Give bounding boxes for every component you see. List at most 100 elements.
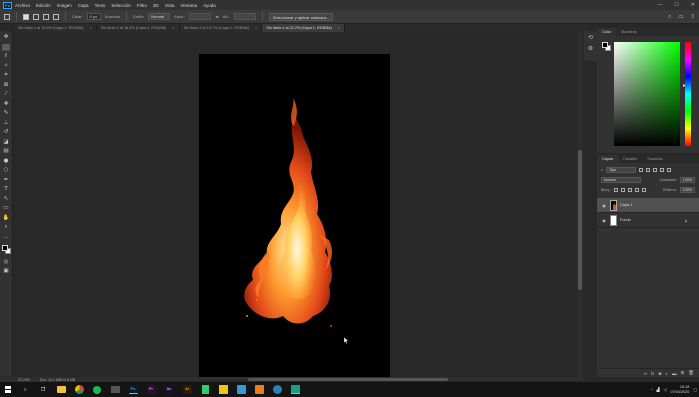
- circle-app-icon[interactable]: [268, 382, 286, 397]
- style-select[interactable]: Normal: [148, 13, 171, 20]
- windows-start-button[interactable]: [0, 382, 16, 397]
- minimize-button[interactable]: —: [657, 2, 662, 8]
- taskbar-app-after-effects[interactable]: Ae: [160, 382, 178, 397]
- opacity-input[interactable]: 100%: [679, 177, 695, 183]
- subtract-selection-icon[interactable]: [43, 13, 49, 20]
- layer-row-fondo[interactable]: ◉ Fondo 🔒︎: [597, 213, 699, 228]
- more-tools-icon[interactable]: …: [2, 234, 10, 241]
- quick-mask-icon[interactable]: ◎: [2, 259, 10, 266]
- blue-app-icon[interactable]: [232, 382, 250, 397]
- menu-archivo[interactable]: Archivo: [15, 3, 30, 8]
- spotify-icon[interactable]: [88, 382, 106, 397]
- menu-ayuda[interactable]: Ayuda: [203, 3, 216, 8]
- gradient-tool-icon[interactable]: ▤: [2, 148, 10, 155]
- filter-shape-icon[interactable]: [660, 168, 665, 172]
- trash-icon[interactable]: 🗑︎: [688, 370, 694, 376]
- lock-pixels-icon[interactable]: [620, 188, 625, 192]
- menu-3d[interactable]: 3D: [153, 3, 159, 8]
- add-selection-icon[interactable]: [33, 13, 39, 20]
- dodge-tool-icon[interactable]: ○: [2, 167, 10, 174]
- height-input[interactable]: [233, 13, 256, 20]
- history-icon[interactable]: ⟲: [588, 34, 593, 41]
- tab-document-2[interactable]: Sin título-2 al 16,9% (Capa 2, RGB/8#) ×: [96, 24, 180, 32]
- screen-mode-icon[interactable]: ▣: [2, 268, 10, 275]
- menu-imagen[interactable]: Imagen: [57, 3, 72, 8]
- task-view-icon[interactable]: ❐: [34, 382, 52, 397]
- lock-position-icon[interactable]: [627, 188, 632, 192]
- fill-input[interactable]: 100%: [679, 187, 695, 193]
- add-mask-icon[interactable]: ◙: [659, 371, 662, 376]
- tab-swatches[interactable]: Muestras: [616, 28, 642, 36]
- healing-brush-tool-icon[interactable]: ✚: [2, 101, 10, 108]
- tab-channels[interactable]: Canales: [618, 155, 642, 163]
- path-selection-tool-icon[interactable]: ↖: [2, 196, 10, 203]
- lock-all-icon[interactable]: [641, 188, 646, 192]
- close-icon[interactable]: ×: [172, 24, 174, 32]
- search-icon[interactable]: ⌕: [668, 14, 671, 21]
- horizontal-scrollbar[interactable]: [120, 377, 583, 381]
- antialias-checkbox[interactable]: Suavizar: [105, 14, 121, 19]
- hue-slider[interactable]: [685, 42, 691, 146]
- volume-icon[interactable]: ◁: [663, 387, 666, 392]
- search-icon[interactable]: ○: [16, 382, 34, 397]
- orange-app-icon[interactable]: [250, 382, 268, 397]
- link-layers-icon[interactable]: ∞: [644, 371, 647, 376]
- marquee-tool-icon[interactable]: [4, 13, 10, 20]
- yellow-app-icon[interactable]: [214, 382, 232, 397]
- document-canvas[interactable]: [199, 54, 390, 377]
- chrome-icon[interactable]: [70, 382, 88, 397]
- tab-document-1[interactable]: Sin título-1 al 16,5% (Capa 1, RGB/8#) ×: [14, 24, 97, 32]
- filter-smart-icon[interactable]: [667, 168, 672, 172]
- teal-app-icon[interactable]: [286, 382, 304, 397]
- scroll-thumb[interactable]: [578, 150, 582, 290]
- scroll-thumb[interactable]: [248, 377, 448, 381]
- notifications-icon[interactable]: ▢: [693, 387, 697, 392]
- width-input[interactable]: [189, 13, 212, 20]
- color-panel-swatches[interactable]: [602, 42, 611, 51]
- move-tool-icon[interactable]: ✥: [2, 34, 10, 41]
- file-explorer-icon[interactable]: [52, 382, 70, 397]
- zoom-level[interactable]: 22,22%: [18, 378, 30, 382]
- tab-document-3[interactable]: Sin título-3 al 16,7% (Capa 1, RGB/8#) ×: [179, 24, 263, 32]
- visibility-eye-icon[interactable]: ◉: [601, 218, 607, 223]
- select-and-mask-button[interactable]: Seleccionar y aplicar máscara...: [268, 12, 334, 21]
- vertical-scrollbar[interactable]: [577, 32, 583, 377]
- adjustment-layer-icon[interactable]: ◐: [665, 371, 668, 376]
- hand-tool-icon[interactable]: ✋: [2, 215, 10, 222]
- color-swatches[interactable]: [1, 245, 11, 254]
- layer-row-capa-1[interactable]: ◉ Capa 1: [597, 198, 699, 213]
- workspace-icon[interactable]: ▭: [678, 14, 683, 20]
- close-icon[interactable]: ×: [338, 24, 340, 32]
- filter-type-icon[interactable]: [653, 168, 658, 172]
- foreground-color[interactable]: [602, 42, 608, 48]
- swap-icon[interactable]: ⇄: [215, 14, 218, 19]
- close-button[interactable]: ✕: [691, 2, 695, 8]
- taskbar-app-premiere[interactable]: Pr: [142, 382, 160, 397]
- close-icon[interactable]: ×: [255, 24, 257, 32]
- tab-layers[interactable]: Capas: [597, 155, 618, 163]
- fx-icon[interactable]: fx: [651, 371, 655, 376]
- tab-color[interactable]: Color: [597, 28, 617, 36]
- lock-artboard-icon[interactable]: [634, 188, 639, 192]
- foreground-color[interactable]: [1, 245, 8, 251]
- clone-stamp-tool-icon[interactable]: ⊥: [2, 120, 10, 127]
- maximize-button[interactable]: ☐: [674, 2, 678, 8]
- layer-filter-select[interactable]: Tipo: [606, 167, 637, 173]
- new-layer-icon[interactable]: ⊞: [681, 370, 685, 376]
- tab-document-4[interactable]: Sin título-4 al 22,2% (Capa 1, RGB/8#) ×: [262, 24, 346, 32]
- clock[interactable]: 15:18 07/04/2020: [670, 385, 689, 394]
- lock-transparency-icon[interactable]: [613, 188, 618, 192]
- menu-capa[interactable]: Capa: [78, 3, 89, 8]
- brush-tool-icon[interactable]: ✎: [2, 110, 10, 117]
- intersect-selection-icon[interactable]: [53, 13, 59, 20]
- layer-name[interactable]: Capa 1: [620, 203, 632, 207]
- close-icon[interactable]: ×: [89, 24, 91, 32]
- rectangle-tool-icon[interactable]: ▭: [2, 205, 10, 212]
- taskbar-app-illustrator[interactable]: Ai: [178, 382, 196, 397]
- tray-chevron-icon[interactable]: ^: [651, 388, 653, 392]
- menu-edicion[interactable]: Edición: [36, 3, 51, 8]
- magic-wand-tool-icon[interactable]: ✧: [2, 63, 10, 70]
- properties-icon[interactable]: ⚙: [588, 45, 593, 52]
- tab-paths[interactable]: Trazados: [642, 155, 668, 163]
- filter-adjustment-icon[interactable]: [646, 168, 651, 172]
